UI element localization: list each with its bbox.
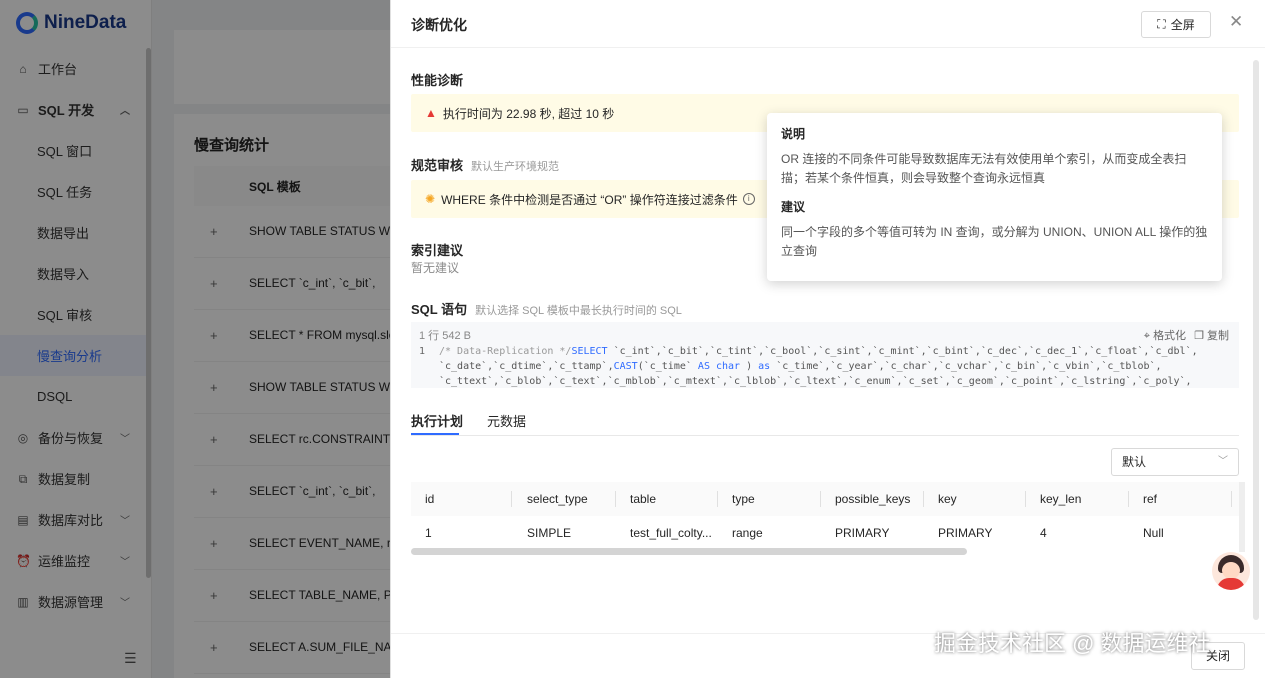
copy-icon: ❐ [1194, 330, 1204, 342]
code-actions: ⌖ 格式化 ❐ 复制 [1144, 327, 1229, 343]
code-line: 1/* Data-Replication */SELECT `c_int`,`c… [419, 346, 1198, 357]
index-section-title: 索引建议 [411, 243, 464, 258]
column-header: type [732, 492, 755, 506]
index-empty-text: 暂无建议 [411, 261, 460, 275]
exec-plan-table: id select_type table type possible_keys … [411, 482, 1239, 550]
table-cell: 1 [425, 526, 432, 540]
column-header: table [630, 492, 657, 506]
warning-icon: ▲ [425, 106, 437, 120]
sql-code-editor[interactable]: 1 行 542 B ⌖ 格式化 ❐ 复制 1/* Data-Replicatio… [411, 322, 1239, 388]
tab-ink-bar [411, 433, 459, 435]
tooltip-text: OR 连接的不同条件可能导致数据库无法有效使用单个索引，从而变成全表扫描；若某个… [781, 152, 1187, 185]
expand-icon: ⛶ [1157, 17, 1166, 31]
copy-button[interactable]: ❐ 复制 [1194, 327, 1229, 343]
table-vertical-scrollbar[interactable] [1239, 482, 1245, 552]
bulb-icon: ✺ [425, 192, 436, 206]
table-cell: range [732, 526, 763, 540]
close-icon[interactable]: ✕ [1229, 12, 1243, 32]
result-tabs: 执行计划 元数据 [411, 406, 1239, 436]
perf-section-title: 性能诊断 [411, 73, 464, 88]
plan-mode-select[interactable]: 默认 ﹀ [1111, 448, 1239, 476]
format-button[interactable]: ⌖ 格式化 [1144, 327, 1186, 343]
sql-section-title: SQL 语句 默认选择 SQL 模板中最长执行时间的 SQL [411, 302, 682, 317]
tooltip-heading: 说明 [781, 127, 806, 141]
code-line: `c_ttext`,`c_blob`,`c_text`,`c_mblob`,`c… [439, 376, 1192, 387]
column-header: key [938, 492, 957, 506]
column-header: ref [1143, 492, 1158, 506]
code-meta: 1 行 542 B [419, 330, 471, 342]
column-header: id [425, 492, 435, 506]
column-header: select_type [527, 492, 588, 506]
drawer-title: 诊断优化 [411, 17, 467, 33]
tab-exec-plan[interactable]: 执行计划 [411, 411, 463, 430]
table-header: id select_type table type possible_keys … [411, 482, 1239, 516]
table-cell: 4 [1040, 526, 1047, 540]
table-cell: PRIMARY [938, 526, 993, 540]
tooltip-text: 同一个字段的多个等值可转为 IN 查询，或分解为 UNION、UNION ALL… [781, 225, 1208, 258]
drawer-header: 诊断优化 ⛶ 全屏 ✕ [391, 0, 1265, 48]
code-lines: 1/* Data-Replication */SELECT `c_int`,`c… [419, 344, 1229, 388]
chevron-down-icon: ﹀ [1218, 456, 1228, 467]
code-line: `c_date`,`c_dtime`,`c_ttamp`,CAST(`c_tim… [439, 361, 1162, 372]
table-cell: Null [1143, 526, 1164, 540]
diagnosis-drawer: 诊断优化 ⛶ 全屏 ✕ 性能诊断 ▲ 执行时间为 22.98 秒, 超过 10 … [390, 0, 1265, 678]
table-cell: SIMPLE [527, 526, 572, 540]
column-header: possible_keys [835, 492, 911, 506]
drawer-scrollbar[interactable] [1253, 60, 1259, 620]
table-horizontal-scrollbar[interactable] [411, 548, 967, 555]
table-row[interactable]: 1 SIMPLE test_full_colty... range PRIMAR… [411, 516, 1239, 550]
info-icon[interactable]: i [742, 193, 755, 205]
fullscreen-button[interactable]: ⛶ 全屏 [1141, 11, 1211, 38]
format-icon: ⌖ [1143, 330, 1150, 342]
table-cell: PRIMARY [835, 526, 890, 540]
watermark: 掘金技术社区 @ 数据运维社 [934, 631, 1211, 656]
review-section-title: 规范审核 默认生产环境规范 [411, 158, 560, 173]
column-header: key_len [1040, 492, 1082, 506]
support-avatar-icon[interactable] [1212, 552, 1250, 590]
table-cell: test_full_colty... [630, 526, 712, 540]
tab-metadata[interactable]: 元数据 [487, 411, 526, 430]
tooltip-heading: 建议 [781, 200, 806, 214]
rule-tooltip: 说明 OR 连接的不同条件可能导致数据库无法有效使用单个索引，从而变成全表扫描；… [767, 113, 1222, 281]
